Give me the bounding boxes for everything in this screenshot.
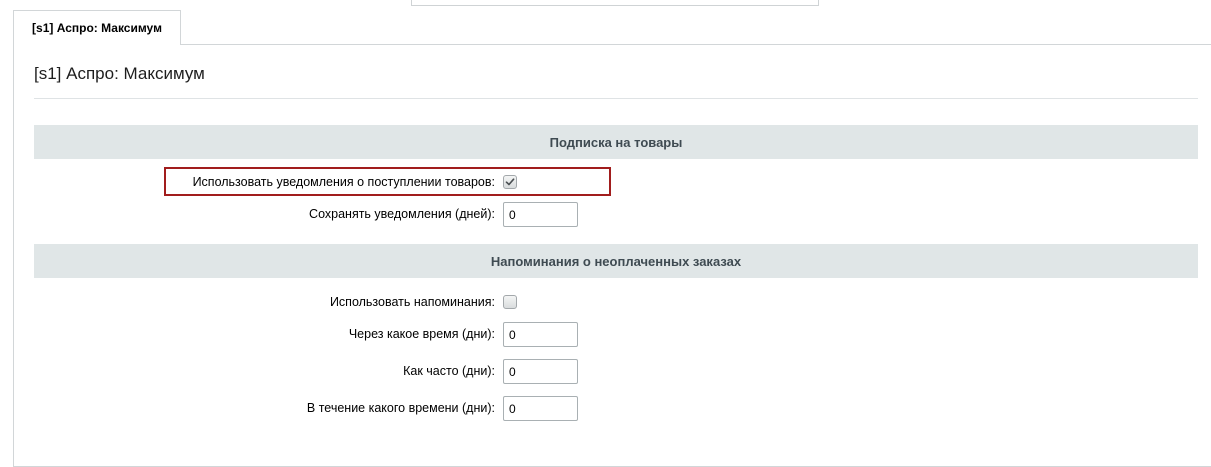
- tab-label: [s1] Аспро: Максимум: [32, 21, 162, 35]
- section-header-subscribe: Подписка на товары: [34, 125, 1198, 159]
- use-reminders-label: Использовать напоминания:: [329, 295, 495, 309]
- tab-aspro-maximum[interactable]: [s1] Аспро: Максимум: [13, 10, 181, 45]
- keep-days-input[interactable]: [503, 202, 578, 227]
- reminder-after-label: Через какое время (дни):: [348, 327, 495, 341]
- reminder-frequency-label: Как часто (дни):: [403, 364, 495, 378]
- use-notifications-label: Использовать уведомления о поступлении т…: [192, 175, 495, 189]
- settings-page: [s1] Аспро: Максимум [s1] Аспро: Максиму…: [0, 0, 1211, 467]
- section-header-reminders: Напоминания о неоплаченных заказах: [34, 244, 1198, 278]
- section-header-reminders-label: Напоминания о неоплаченных заказах: [490, 253, 742, 269]
- reminder-during-input[interactable]: [503, 396, 578, 421]
- checkmark-icon: [505, 178, 515, 186]
- reminder-frequency-input[interactable]: [503, 359, 578, 384]
- page-title: [s1] Аспро: Максимум: [34, 64, 205, 83]
- reminder-after-input[interactable]: [503, 322, 578, 347]
- keep-days-label: Сохранять уведомления (дней):: [309, 207, 495, 221]
- use-reminders-checkbox[interactable]: [503, 295, 517, 309]
- use-notifications-checkbox[interactable]: [503, 175, 517, 189]
- title-divider: [34, 98, 1198, 99]
- top-strip: [411, 0, 819, 6]
- reminder-during-label: В течение какого времени (дни):: [306, 401, 495, 415]
- settings-panel: [s1] Аспро: Максимум Подписка на товары …: [13, 44, 1211, 467]
- section-header-subscribe-label: Подписка на товары: [549, 134, 683, 150]
